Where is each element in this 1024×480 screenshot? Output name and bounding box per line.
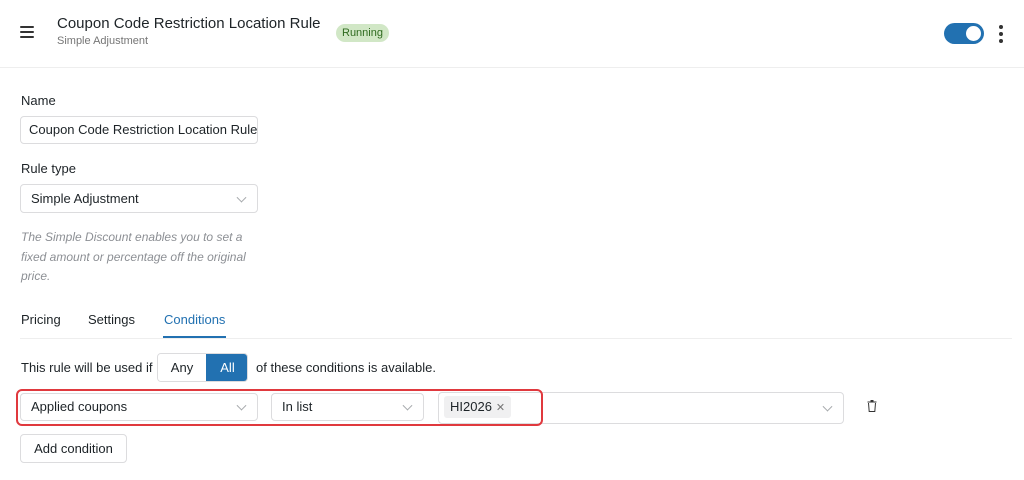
chevron-down-icon bbox=[822, 401, 833, 412]
enable-toggle[interactable] bbox=[944, 23, 984, 44]
kebab-vertical-icon[interactable] bbox=[996, 24, 1006, 44]
rule-type-help: The Simple Discount enables you to set a… bbox=[21, 230, 246, 283]
rule-subtitle: Simple Adjustment bbox=[57, 35, 149, 47]
tabs-divider bbox=[20, 338, 1012, 339]
rule-header: Coupon Code Restriction Location Rule Si… bbox=[0, 0, 1024, 68]
add-condition-button[interactable]: Add condition bbox=[20, 434, 127, 463]
rule-type-select[interactable]: Simple Adjustment bbox=[20, 184, 258, 213]
name-label: Name bbox=[21, 93, 56, 108]
condition-row-highlight bbox=[16, 389, 543, 426]
match-all-button[interactable]: All bbox=[206, 354, 247, 381]
toggle-knob bbox=[966, 26, 981, 41]
tab-pricing[interactable]: Pricing bbox=[21, 312, 61, 327]
rule-title: Coupon Code Restriction Location Rule bbox=[57, 15, 321, 32]
conditions-suffix: of these conditions is available. bbox=[256, 360, 436, 375]
rule-type-label: Rule type bbox=[21, 161, 76, 176]
match-any-button[interactable]: Any bbox=[158, 354, 206, 381]
tab-conditions[interactable]: Conditions bbox=[164, 312, 225, 327]
name-input[interactable]: Coupon Code Restriction Location Rule bbox=[20, 116, 258, 144]
trash-icon[interactable] bbox=[867, 400, 877, 412]
match-toggle: Any All bbox=[157, 353, 248, 382]
hamburger-icon[interactable] bbox=[20, 26, 34, 38]
rule-type-value: Simple Adjustment bbox=[31, 191, 139, 206]
conditions-prefix: This rule will be used if bbox=[21, 360, 153, 375]
status-badge: Running bbox=[336, 24, 389, 42]
tab-settings[interactable]: Settings bbox=[88, 312, 135, 327]
chevron-down-icon bbox=[236, 192, 247, 203]
